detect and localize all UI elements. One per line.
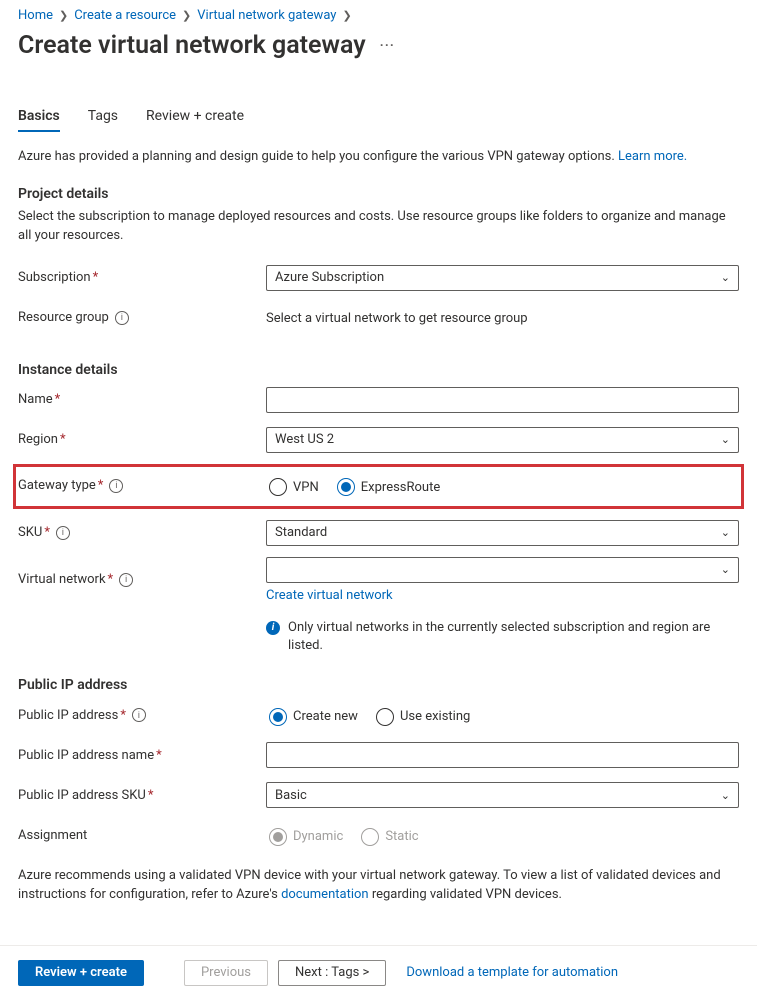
chevron-down-icon: ⌄ xyxy=(721,789,730,802)
info-icon[interactable] xyxy=(115,311,129,325)
label-resource-group: Resource group xyxy=(18,310,266,325)
download-template-link[interactable]: Download a template for automation xyxy=(406,965,618,980)
gateway-type-radiogroup: VPN ExpressRoute xyxy=(266,475,739,496)
gateway-type-highlight: Gateway type* VPN ExpressRoute xyxy=(13,464,744,509)
info-icon[interactable] xyxy=(56,526,70,540)
section-project-details: Project details xyxy=(18,186,739,202)
breadcrumb-create-resource[interactable]: Create a resource xyxy=(74,8,176,23)
breadcrumb-home[interactable]: Home xyxy=(18,8,53,23)
label-region: Region* xyxy=(18,432,266,447)
info-icon: i xyxy=(266,621,280,635)
radio-circle-icon xyxy=(376,708,394,726)
label-sku: SKU* xyxy=(18,525,266,540)
radio-static: Static xyxy=(361,828,418,846)
tab-review-create[interactable]: Review + create xyxy=(146,108,244,132)
tab-basics[interactable]: Basics xyxy=(18,108,60,132)
documentation-link[interactable]: documentation xyxy=(281,887,369,902)
subscription-select[interactable]: Azure Subscription ⌄ xyxy=(266,265,739,291)
chevron-down-icon: ⌄ xyxy=(721,433,730,446)
public-ip-radiogroup: Create new Use existing xyxy=(266,705,739,726)
radio-circle-icon xyxy=(337,478,355,496)
virtual-network-select[interactable]: ⌄ xyxy=(266,557,739,583)
breadcrumb-virtual-network-gateway[interactable]: Virtual network gateway xyxy=(197,8,336,23)
radio-expressroute[interactable]: ExpressRoute xyxy=(337,478,440,496)
info-icon[interactable] xyxy=(132,708,146,722)
previous-button: Previous xyxy=(184,960,268,986)
public-ip-sku-select[interactable]: Basic ⌄ xyxy=(266,782,739,808)
chevron-down-icon: ⌄ xyxy=(721,526,730,539)
intro-text: Azure has provided a planning and design… xyxy=(18,148,739,166)
tabs: Basics Tags Review + create xyxy=(18,108,739,132)
radio-create-new[interactable]: Create new xyxy=(269,708,358,726)
vnet-note: i Only virtual networks in the currently… xyxy=(266,619,739,655)
chevron-right-icon: ❯ xyxy=(182,9,191,22)
radio-vpn[interactable]: VPN xyxy=(269,478,319,496)
page-title: Create virtual network gateway ··· xyxy=(18,31,739,60)
radio-circle-icon xyxy=(269,478,287,496)
label-public-ip-name: Public IP address name* xyxy=(18,748,266,763)
info-icon[interactable] xyxy=(119,573,133,587)
region-select[interactable]: West US 2 ⌄ xyxy=(266,427,739,453)
label-assignment: Assignment xyxy=(18,828,266,843)
sku-select[interactable]: Standard ⌄ xyxy=(266,520,739,546)
label-public-ip-sku: Public IP address SKU* xyxy=(18,788,266,803)
more-icon[interactable]: ··· xyxy=(380,38,395,54)
tab-tags[interactable]: Tags xyxy=(88,108,118,132)
radio-circle-icon xyxy=(269,708,287,726)
review-create-button[interactable]: Review + create xyxy=(18,960,144,986)
chevron-down-icon: ⌄ xyxy=(721,271,730,284)
label-virtual-network: Virtual network* xyxy=(18,572,266,587)
label-name: Name* xyxy=(18,392,266,407)
info-icon[interactable] xyxy=(109,479,123,493)
section-public-ip: Public IP address xyxy=(18,677,739,693)
next-button[interactable]: Next : Tags > xyxy=(278,960,386,986)
chevron-right-icon: ❯ xyxy=(342,9,351,22)
public-ip-name-input[interactable] xyxy=(266,742,739,768)
learn-more-link[interactable]: Learn more. xyxy=(618,149,687,164)
radio-circle-icon xyxy=(361,828,379,846)
radio-use-existing[interactable]: Use existing xyxy=(376,708,470,726)
assignment-radiogroup: Dynamic Static xyxy=(266,825,739,846)
footer-note: Azure recommends using a validated VPN d… xyxy=(18,867,739,905)
radio-circle-icon xyxy=(269,828,287,846)
label-gateway-type: Gateway type* xyxy=(18,478,266,493)
section-instance-details: Instance details xyxy=(18,362,739,378)
name-input[interactable] xyxy=(266,387,739,413)
resource-group-text: Select a virtual network to get resource… xyxy=(266,309,739,326)
label-subscription: Subscription* xyxy=(18,270,266,285)
create-virtual-network-link[interactable]: Create virtual network xyxy=(266,588,393,603)
project-details-desc: Select the subscription to manage deploy… xyxy=(18,208,739,246)
chevron-down-icon: ⌄ xyxy=(721,563,730,576)
chevron-right-icon: ❯ xyxy=(59,9,68,22)
footer-bar: Review + create Previous Next : Tags > D… xyxy=(0,945,757,1000)
radio-dynamic: Dynamic xyxy=(269,828,343,846)
breadcrumb: Home ❯ Create a resource ❯ Virtual netwo… xyxy=(18,8,739,23)
label-public-ip-address: Public IP address* xyxy=(18,708,266,723)
